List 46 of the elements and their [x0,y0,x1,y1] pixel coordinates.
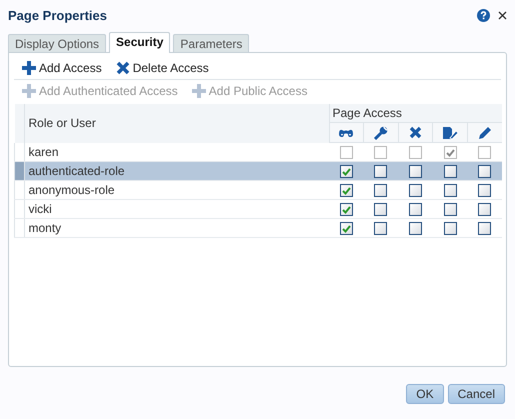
checkbox[interactable] [374,203,388,216]
window-title: Page Properties [8,8,107,22]
wrench-icon [374,126,388,140]
checkbox[interactable] [340,203,353,216]
checkbox[interactable] [478,184,492,198]
checkbox[interactable] [478,222,492,236]
plus-icon [192,84,206,98]
cross-icon [408,126,422,139]
page-edit-icon [442,126,458,140]
checkbox[interactable] [340,165,353,178]
glasses-icon [338,128,354,138]
dialog-button[interactable]: OK [406,384,444,404]
checkbox[interactable] [478,203,492,216]
column-header: Role or User [28,116,96,130]
checkbox[interactable] [374,222,388,236]
role-name: anonymous-role [28,183,115,197]
cross-icon [116,61,130,75]
plus-icon [22,61,36,75]
pencil-icon [478,126,492,140]
column-group-header: Page Access [332,106,402,120]
checkbox[interactable] [340,184,353,198]
plus-icon [22,84,36,98]
tab[interactable]: Display Options [8,34,106,52]
tab[interactable]: Parameters [173,34,250,52]
help-icon[interactable] [477,8,490,22]
tab[interactable]: Security [109,32,170,53]
role-name: vicki [28,202,52,216]
checkbox[interactable] [444,203,457,216]
checkbox[interactable] [340,222,353,236]
role-name: authenticated-role [28,164,125,178]
checkbox[interactable] [444,222,457,236]
checkbox[interactable] [408,165,422,178]
checkbox[interactable] [374,184,388,198]
role-name: monty [28,221,62,235]
toolbar-link[interactable]: Add Access [39,61,102,75]
close-icon[interactable] [498,10,507,20]
role-name: karen [28,144,59,159]
checkbox[interactable] [444,165,457,178]
checkbox[interactable] [408,203,422,216]
dialog-button[interactable]: Cancel [448,384,505,404]
checkbox[interactable] [408,184,422,198]
checkbox[interactable] [478,165,492,178]
checkbox[interactable] [374,165,388,178]
toolbar-link[interactable]: Delete Access [132,61,209,75]
checkbox[interactable] [444,184,457,198]
checkbox[interactable] [408,222,422,236]
